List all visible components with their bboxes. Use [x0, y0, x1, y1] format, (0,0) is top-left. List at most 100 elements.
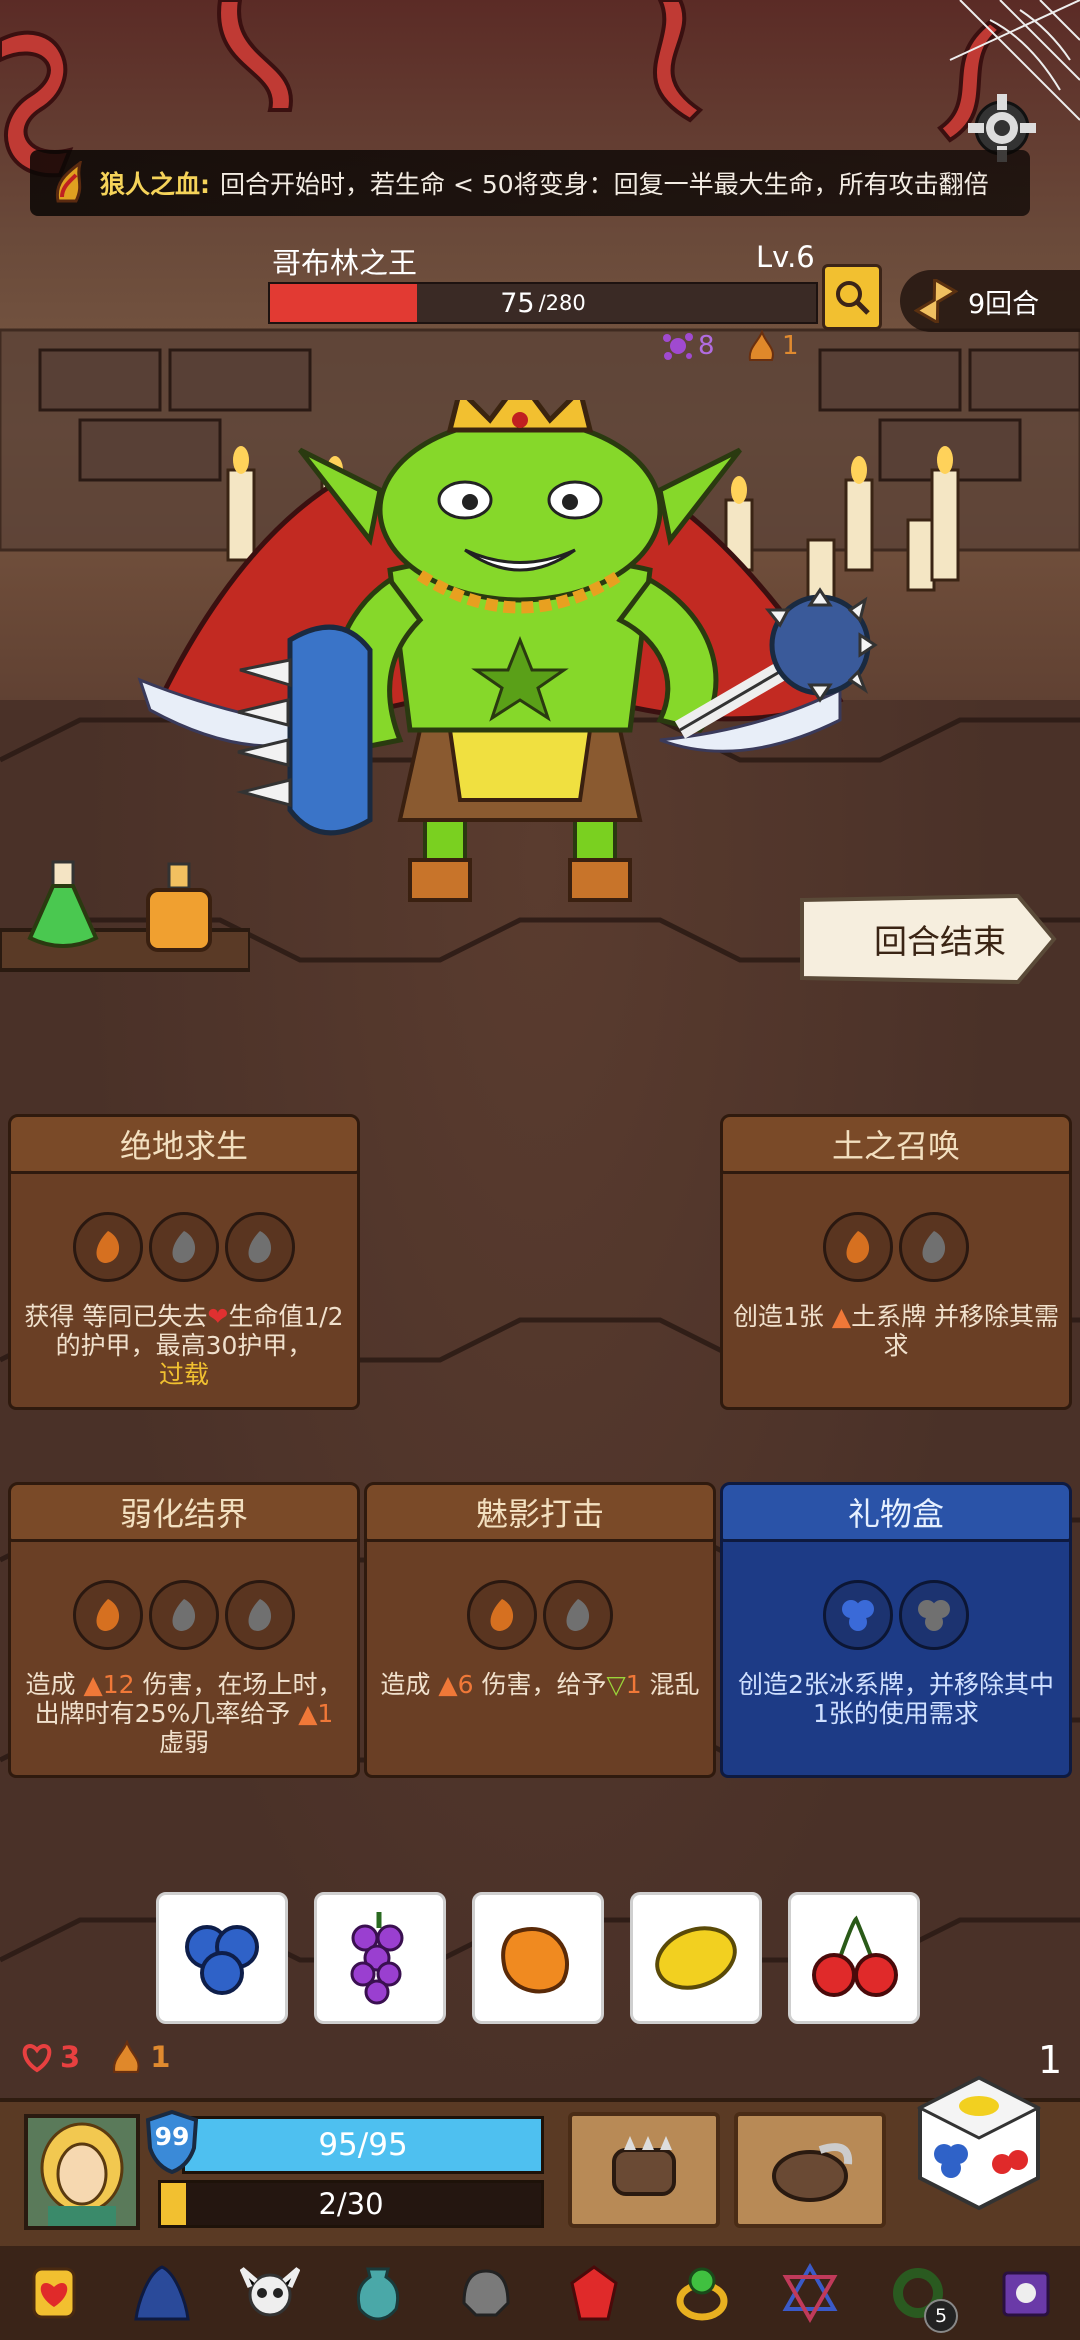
damage-icon: ▲: [83, 1670, 103, 1699]
player-exp-bar: 2/30: [158, 2180, 544, 2228]
player-hp-bar: 95/95: [182, 2116, 544, 2174]
skill-slot-boulder[interactable]: [734, 2112, 886, 2228]
orange-potion-icon[interactable]: [136, 860, 222, 960]
orange-slot-icon: [467, 1580, 537, 1650]
player-flame-value: 1: [150, 2040, 171, 2074]
card-desc-part: 虚弱: [158, 1728, 209, 1757]
orange-flame-icon: [113, 2040, 140, 2073]
card-title: 礼物盒: [720, 1482, 1072, 1542]
viking-skull-icon: [240, 2267, 300, 2317]
relic-hexagram[interactable]: [774, 2257, 846, 2329]
blueberry-icon: [185, 1925, 259, 1995]
player-heart-status: 3: [20, 2040, 80, 2074]
goblin-king-enemy[interactable]: [120, 400, 960, 910]
card-weaken-barrier[interactable]: 弱化结界 造成 ▲12 伤害，在场上时，出牌时有25%几率给予 ▲1 虚弱: [8, 1482, 360, 1778]
purple-skull-book-icon: [1002, 2271, 1050, 2317]
card-description: 造成 ▲12 伤害，在场上时，出牌时有25%几率给予 ▲1 虚弱: [20, 1670, 348, 1757]
boulder-icon: [772, 2143, 853, 2202]
die-grape[interactable]: [314, 1892, 446, 2024]
card-damage-value: 12: [102, 1670, 135, 1699]
relic-heart-gem[interactable]: [18, 2257, 90, 2329]
earth-icon: ▲: [831, 1302, 852, 1331]
card-phantom-strike[interactable]: 魅影打击 造成 ▲6 伤害，给予▽1 混乱: [364, 1482, 716, 1778]
card-desc-part: 造成: [25, 1670, 84, 1699]
die-cherry[interactable]: [788, 1892, 920, 2024]
round-counter: 9回合: [900, 270, 1080, 332]
relic-skull-book[interactable]: [990, 2257, 1062, 2329]
enemy-status-splat: 8: [662, 330, 715, 362]
red-crystal-icon: [570, 2265, 618, 2321]
relic-wreath[interactable]: 5: [882, 2257, 958, 2333]
enemy-level: Lv.6: [756, 240, 815, 274]
relic-blue-cloak[interactable]: [126, 2257, 198, 2329]
card-desc-part: 创造1张: [732, 1302, 832, 1331]
steel-helmet-icon: [462, 2269, 510, 2317]
relic-emerald-ring[interactable]: [666, 2257, 738, 2329]
gray-slot-icon: [899, 1212, 969, 1282]
lemon-icon: [655, 1926, 737, 1990]
relic-red-crystal[interactable]: [558, 2257, 630, 2329]
enemy-info-button[interactable]: [822, 264, 882, 330]
card-description: 创造2张冰系牌，并移除其中1张的使用需求: [738, 1670, 1054, 1728]
card-dice-slots: [720, 1212, 1072, 1282]
enemy-hp-text: 75 /280: [270, 284, 816, 322]
enemy-hp-current: 75: [500, 287, 535, 319]
enemy-name: 哥布林之王: [272, 246, 418, 280]
relic-viking-skull[interactable]: [234, 2257, 306, 2329]
card-dice-slots: [8, 1212, 360, 1282]
blue-cloak-icon: [134, 2265, 190, 2321]
card-title: 魅影打击: [364, 1482, 716, 1542]
die-blueberry[interactable]: [156, 1892, 288, 2024]
enemy-hp-bar: 75 /280: [268, 282, 818, 324]
heart-shield-icon: [22, 2043, 52, 2073]
card-description: 造成 ▲6 伤害，给予▽1 混乱: [376, 1670, 704, 1699]
die-lemon[interactable]: [630, 1892, 762, 2024]
confusion-icon: ▽: [606, 1670, 626, 1699]
gray-slot-icon: [149, 1212, 219, 1282]
enemy-status-splat-value: 8: [698, 331, 715, 361]
card-survival[interactable]: 绝地求生 获得 等同已失去❤生命值1/2 的护甲，最高30护甲， 过载: [8, 1114, 360, 1410]
card-desc-part: 土系牌 并移除其需求: [851, 1302, 1060, 1360]
buff-banner: 狼人之血: 回合开始时，若生命 < 50将变身：回复一半最大生命，所有攻击翻倍: [30, 150, 1030, 216]
weak-icon: ▲: [298, 1699, 318, 1728]
green-potion-icon[interactable]: [20, 858, 106, 958]
player-exp-text: 2/30: [318, 2187, 384, 2221]
relic-steel-helmet[interactable]: [450, 2257, 522, 2329]
magnifier-icon: [836, 281, 870, 315]
card-desc-part: 获得 等同已失去: [24, 1302, 208, 1331]
card-body: [720, 1162, 1072, 1410]
cherry-icon: [812, 1915, 898, 1997]
die-orange[interactable]: [472, 1892, 604, 2024]
card-earth-summon[interactable]: 土之召唤 创造1张 ▲土系牌 并移除其需求: [720, 1114, 1072, 1410]
card-damage-value: 6: [457, 1670, 474, 1699]
hexagram-icon: [782, 2263, 838, 2323]
orange-slot-icon: [73, 1212, 143, 1282]
player-heart-value: 3: [60, 2040, 81, 2074]
relic-count-badge: 5: [924, 2299, 958, 2333]
hero-portrait-icon: [28, 2118, 136, 2226]
heart-gem-icon: [32, 2267, 76, 2319]
relic-teal-vase[interactable]: [342, 2257, 414, 2329]
relic-bar: 5: [0, 2246, 1080, 2340]
card-dice-slots: [364, 1580, 716, 1650]
buff-name: 狼人之血:: [100, 170, 210, 199]
avatar[interactable]: [24, 2114, 140, 2230]
dice-roll-button[interactable]: [914, 2074, 1044, 2212]
enemy-hp-max: /280: [538, 291, 586, 315]
card-title: 绝地求生: [8, 1114, 360, 1174]
heart-icon: ❤: [207, 1302, 229, 1331]
spiked-fist-icon: [612, 2136, 676, 2196]
card-body: [720, 1530, 1072, 1778]
player-status-effects: 3 1: [20, 2040, 170, 2074]
buff-description: 回合开始时，若生命 < 50将变身：回复一半最大生命，所有攻击翻倍: [220, 170, 989, 199]
orange-flame-icon: [748, 330, 774, 361]
card-weak-value: 1: [317, 1699, 334, 1728]
end-turn-button[interactable]: 回合结束: [840, 912, 1040, 966]
card-desc-part: 伤害，给予: [473, 1670, 607, 1699]
gray-slot-icon: [149, 1580, 219, 1650]
player-exp-fill: [161, 2183, 187, 2225]
skill-slot-fist[interactable]: [568, 2112, 720, 2228]
card-gift-box[interactable]: 礼物盒 创造2张冰系牌，并移除其中1张的使用需求: [720, 1482, 1072, 1778]
round-label: 9回合: [968, 288, 1040, 320]
orange-slot-icon: [823, 1212, 893, 1282]
